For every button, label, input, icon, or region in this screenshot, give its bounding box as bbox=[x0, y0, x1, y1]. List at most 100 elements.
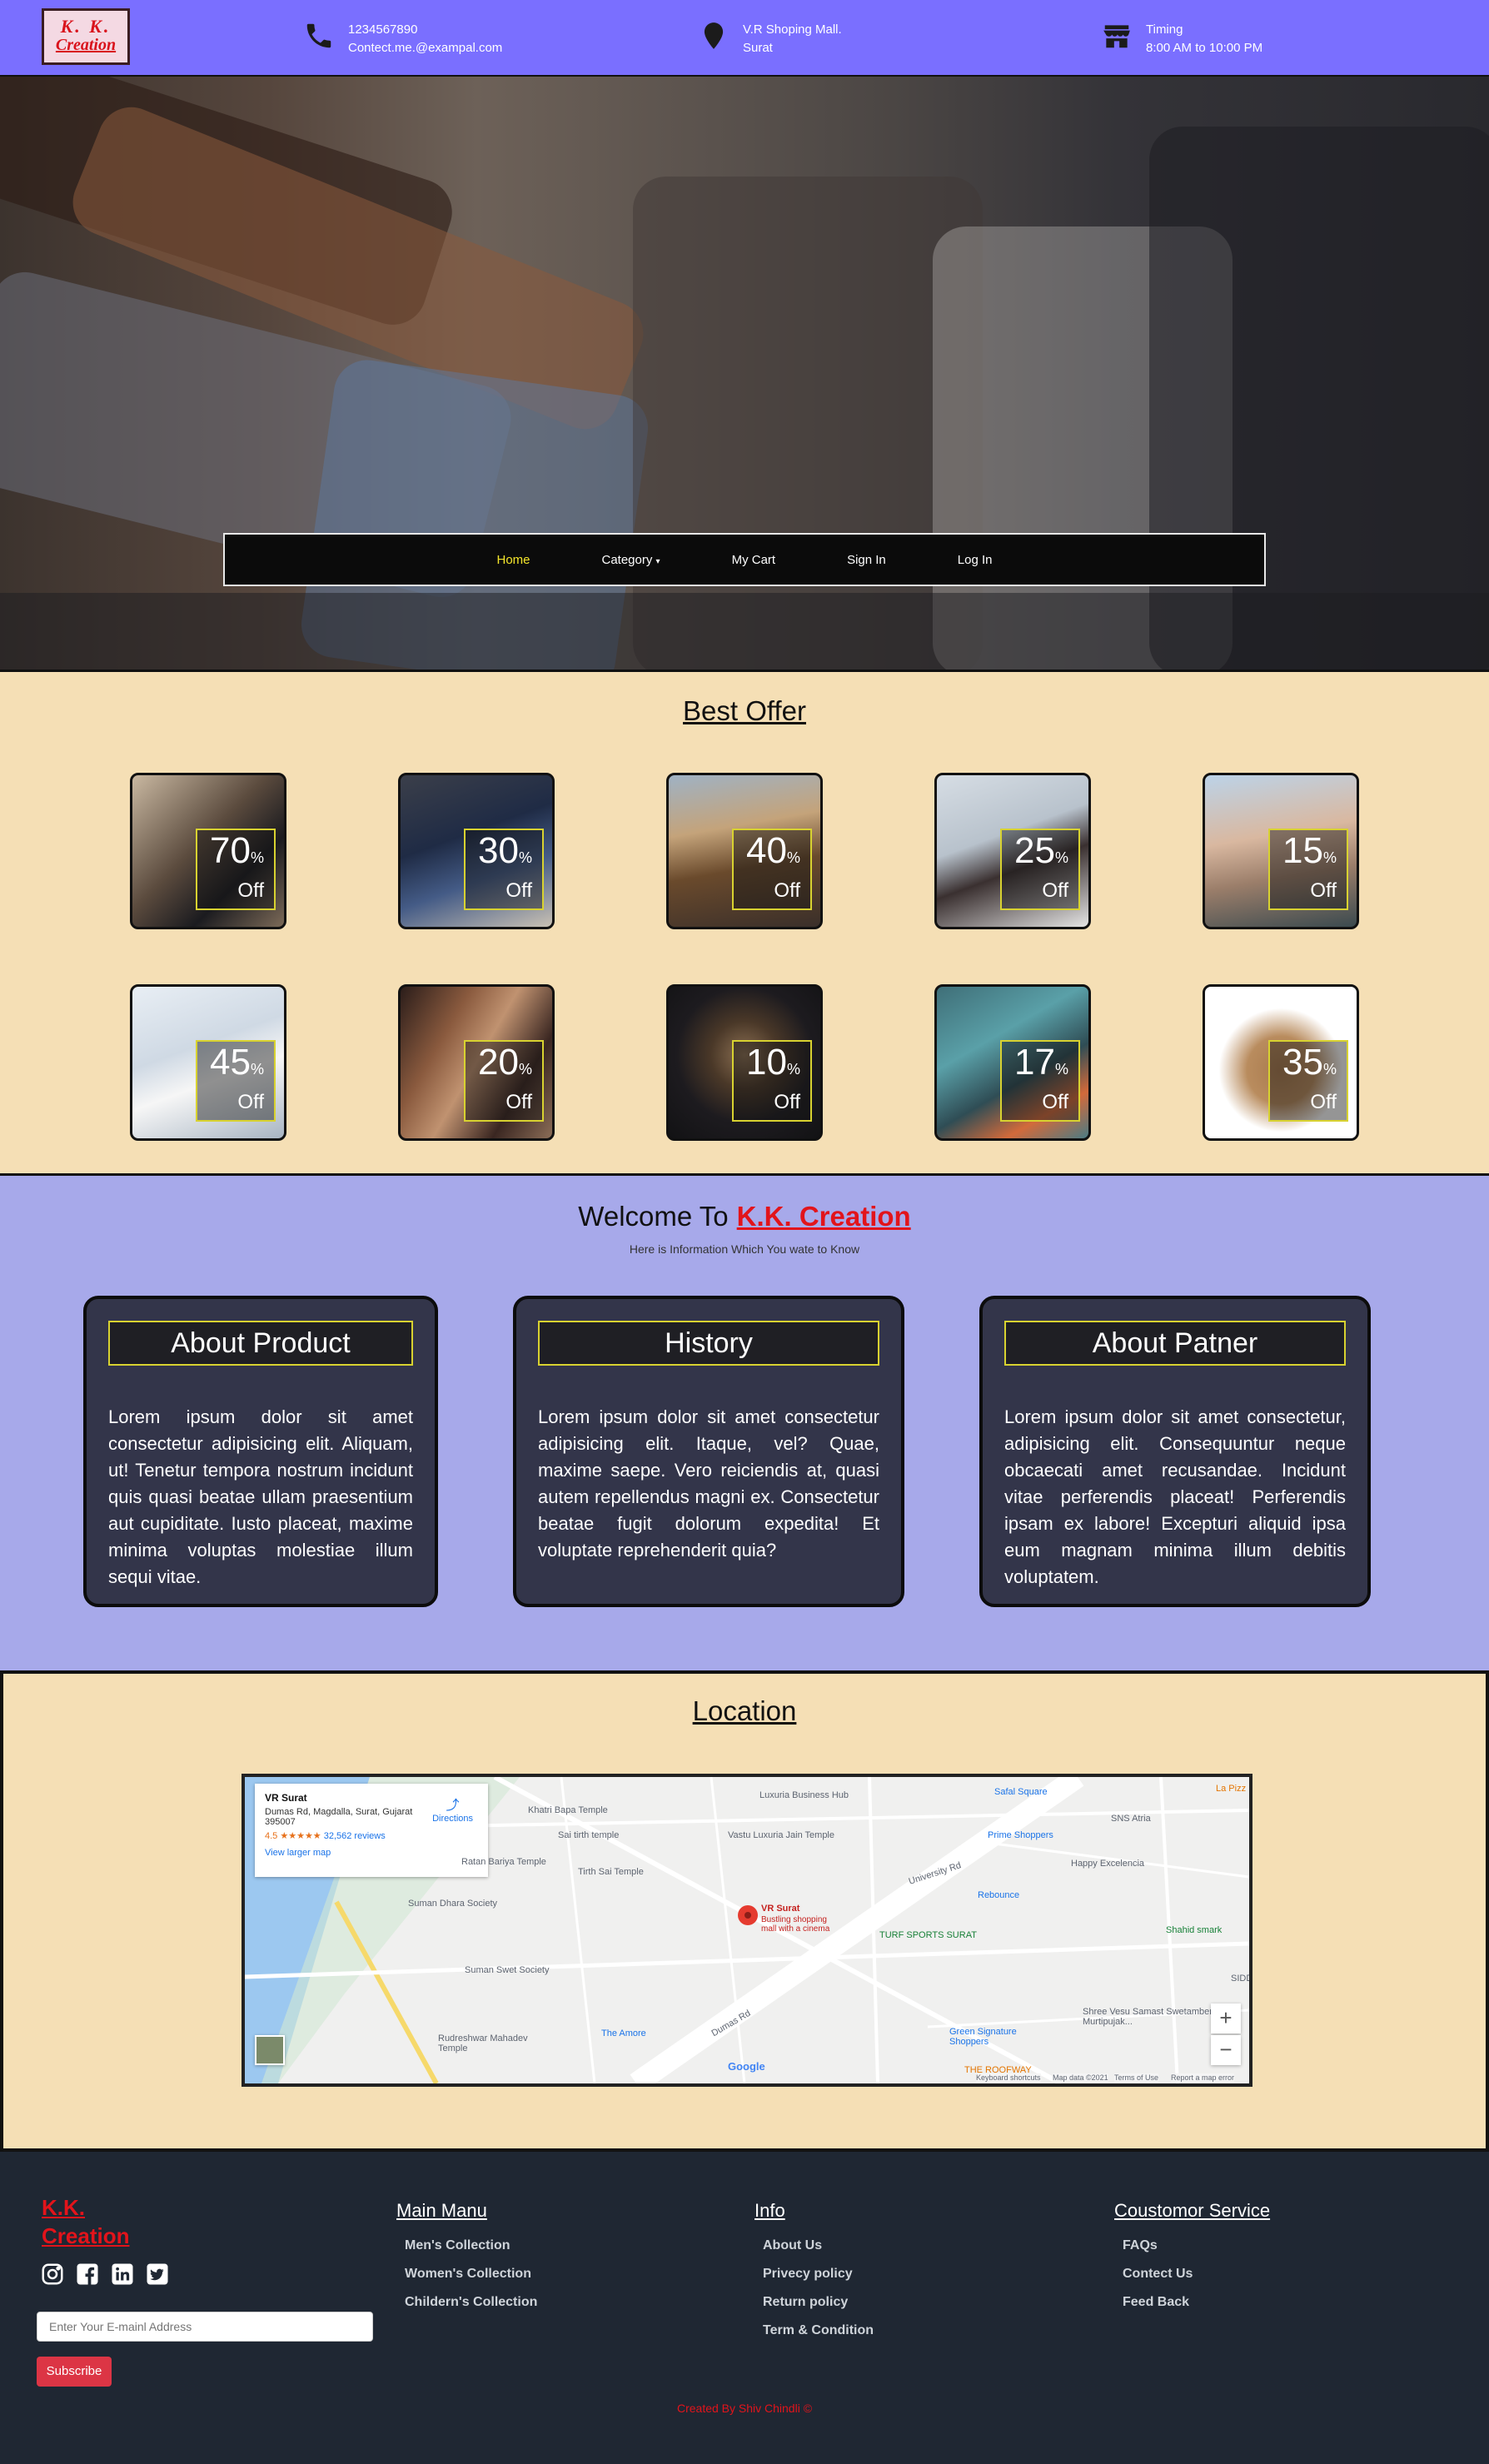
offer-card[interactable]: 40% Off bbox=[666, 773, 823, 929]
footer-col-info: Info About Us Privecy policy Return poli… bbox=[754, 2200, 874, 2345]
pin-subtitle: Bustling shopping mall with a cinema bbox=[761, 1915, 830, 1934]
footer-heading: Main Manu bbox=[396, 2200, 487, 2221]
offer-card[interactable]: 17% Off bbox=[934, 984, 1091, 1141]
caret-down-icon: ▾ bbox=[655, 556, 660, 566]
map-terms[interactable]: Terms of Use bbox=[1114, 2073, 1159, 2082]
percent-sign: % bbox=[786, 849, 800, 866]
discount-number: 15 bbox=[1282, 830, 1323, 871]
footer-link[interactable]: Women's Collection bbox=[396, 2260, 537, 2288]
offer-card[interactable]: 10% Off bbox=[666, 984, 823, 1141]
logo-line1: K. K. bbox=[60, 16, 112, 37]
percent-sign: % bbox=[1054, 849, 1068, 866]
discount-value: 40% bbox=[734, 830, 800, 879]
email-address[interactable]: Contect.me.@exampal.com bbox=[348, 39, 502, 57]
address-line2: Surat bbox=[743, 40, 773, 55]
discount-badge: 15% Off bbox=[1268, 829, 1348, 910]
history-text: Lorem ipsum dolor sit amet consectetur a… bbox=[538, 1406, 879, 1561]
timing-label: Timing bbox=[1146, 22, 1183, 37]
welcome-brand: K.K. Creation bbox=[736, 1201, 911, 1232]
footer-heading: Coustomor Service bbox=[1114, 2200, 1271, 2221]
percent-sign: % bbox=[518, 1061, 532, 1078]
nav-category[interactable]: Category ▾ bbox=[602, 553, 660, 567]
main-nav: Home Category ▾ My Cart Sign In Log In bbox=[223, 533, 1266, 586]
map-label-shree: Shree Vesu Samast Swetamber Murtipujak..… bbox=[1083, 2007, 1213, 2027]
offer-card[interactable]: 45% Off bbox=[130, 984, 286, 1141]
discount-number: 17 bbox=[1014, 1042, 1055, 1083]
place-rating: 4.5 bbox=[265, 1831, 278, 1841]
discount-number: 10 bbox=[746, 1042, 787, 1083]
footer-link[interactable]: Contect Us bbox=[1114, 2260, 1270, 2288]
map-label-happy: Happy Excelencia bbox=[1071, 1859, 1145, 1869]
contact-phone: 1234567890 Contect.me.@exampal.com bbox=[303, 20, 502, 57]
discount-badge: 35% Off bbox=[1268, 1040, 1348, 1122]
off-label: Off bbox=[237, 879, 264, 902]
nav-log-in[interactable]: Log In bbox=[958, 553, 993, 567]
footer-link[interactable]: Childern's Collection bbox=[396, 2288, 537, 2317]
footer-link[interactable]: Men's Collection bbox=[396, 2232, 537, 2260]
map-label-sumandhara: Suman Dhara Society bbox=[408, 1899, 497, 1909]
offer-card[interactable]: 15% Off bbox=[1203, 773, 1359, 929]
discount-badge: 70% Off bbox=[196, 829, 276, 910]
zoom-in-button[interactable]: + bbox=[1211, 2004, 1241, 2033]
google-logo: Google bbox=[728, 2060, 765, 2073]
offer-card[interactable]: 20% Off bbox=[398, 984, 555, 1141]
place-card: VR Surat Dumas Rd, Magdalla, Surat, Guja… bbox=[255, 1784, 488, 1877]
footer-link[interactable]: Feed Back bbox=[1114, 2288, 1270, 2317]
map-label-sidd: SIDD bbox=[1231, 1974, 1252, 1984]
about-partner-title: About Patner bbox=[1004, 1321, 1346, 1366]
map-shortcuts[interactable]: Keyboard shortcuts bbox=[976, 2073, 1041, 2082]
offer-card[interactable]: 35% Off bbox=[1203, 984, 1359, 1141]
place-reviews[interactable]: 32,562 reviews bbox=[324, 1831, 386, 1841]
nav-sign-in[interactable]: Sign In bbox=[847, 553, 886, 567]
twitter-icon[interactable] bbox=[145, 2262, 170, 2287]
nav-category-label: Category bbox=[601, 552, 653, 567]
map-report[interactable]: Report a map error bbox=[1171, 2073, 1235, 2082]
footer-logo[interactable]: K.K. Creation bbox=[42, 2193, 129, 2250]
footer-link[interactable]: Return policy bbox=[754, 2288, 874, 2317]
discount-value: 10% bbox=[734, 1042, 800, 1090]
rating-stars: ★★★★★ bbox=[280, 1831, 321, 1841]
footer-link[interactable]: FAQs bbox=[1114, 2232, 1270, 2260]
offer-card[interactable]: 25% Off bbox=[934, 773, 1091, 929]
phone-icon bbox=[303, 20, 335, 57]
footer-link[interactable]: Privecy policy bbox=[754, 2260, 874, 2288]
offer-card[interactable]: 30% Off bbox=[398, 773, 555, 929]
footer-link[interactable]: About Us bbox=[754, 2232, 874, 2260]
instagram-icon[interactable] bbox=[40, 2262, 65, 2287]
off-label: Off bbox=[505, 1091, 532, 1113]
place-address: Dumas Rd, Magdalla, Surat, Gujarat 39500… bbox=[265, 1807, 413, 1827]
footer-link[interactable]: Term & Condition bbox=[754, 2317, 874, 2345]
discount-value: 25% bbox=[1002, 830, 1068, 879]
newsletter-email-input[interactable] bbox=[37, 2312, 373, 2342]
map-label-vastu: Vastu Luxuria Jain Temple bbox=[728, 1830, 834, 1840]
view-larger-map-link[interactable]: View larger map bbox=[265, 1848, 478, 1858]
nav-home[interactable]: Home bbox=[496, 553, 530, 567]
subscribe-button[interactable]: Subscribe bbox=[37, 2357, 112, 2387]
discount-value: 70% bbox=[197, 830, 264, 879]
percent-sign: % bbox=[1322, 1061, 1337, 1078]
discount-badge: 20% Off bbox=[464, 1040, 544, 1122]
about-product-box: About Product Lorem ipsum dolor sit amet… bbox=[83, 1296, 438, 1607]
discount-badge: 10% Off bbox=[732, 1040, 812, 1122]
contact-address: V.R Shoping Mall. Surat bbox=[698, 20, 842, 57]
facebook-icon[interactable] bbox=[75, 2262, 100, 2287]
about-product-title: About Product bbox=[108, 1321, 413, 1366]
embedded-map[interactable]: VR Surat Dumas Rd, Magdalla, Surat, Guja… bbox=[242, 1774, 1252, 2087]
timing-value: 8:00 AM to 10:00 PM bbox=[1146, 40, 1263, 55]
zoom-out-button[interactable]: − bbox=[1211, 2035, 1241, 2065]
site-logo[interactable]: K. K. Creation bbox=[42, 8, 130, 65]
linkedin-icon[interactable] bbox=[110, 2262, 135, 2287]
off-label: Off bbox=[1310, 1091, 1337, 1113]
welcome-subtitle: Here is Information Which You wate to Kn… bbox=[629, 1242, 860, 1256]
directions-button[interactable]: ⤴ Directions bbox=[432, 1794, 473, 1824]
map-label-safal: Safal Square bbox=[994, 1787, 1048, 1797]
discount-badge: 40% Off bbox=[732, 829, 812, 910]
map-label-rudreshwar: Rudreshwar Mahadev Temple bbox=[438, 2033, 528, 2053]
footer-heading: Info bbox=[754, 2200, 785, 2221]
offer-card[interactable]: 70% Off bbox=[130, 773, 286, 929]
off-label: Off bbox=[774, 879, 800, 902]
discount-number: 35 bbox=[1282, 1042, 1323, 1083]
nav-my-cart[interactable]: My Cart bbox=[732, 553, 776, 567]
directions-icon: ⤴ bbox=[446, 1799, 460, 1813]
satellite-toggle[interactable] bbox=[255, 2035, 285, 2065]
